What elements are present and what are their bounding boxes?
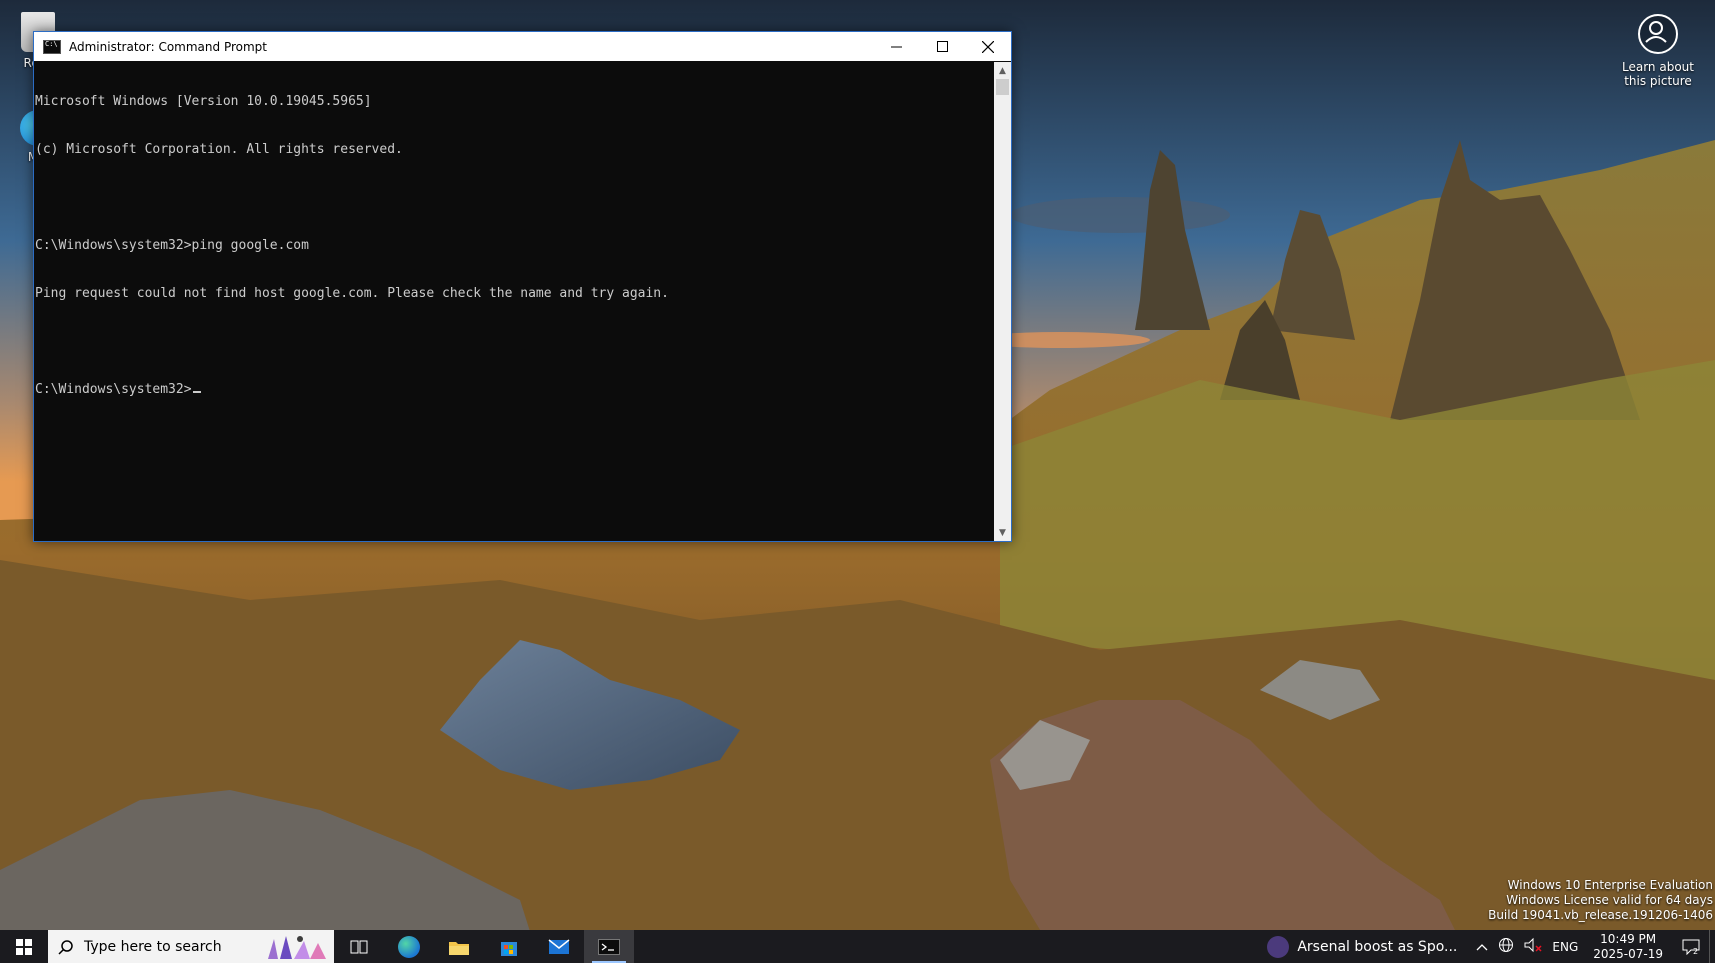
news-icon	[1267, 935, 1290, 958]
task-view-button[interactable]	[334, 930, 384, 963]
windows-evaluation-watermark: Windows 10 Enterprise Evaluation Windows…	[1488, 878, 1713, 923]
console-line: Ping request could not find host google.…	[35, 286, 669, 301]
scrollbar-thumb[interactable]	[996, 79, 1009, 95]
text-cursor	[192, 391, 201, 393]
news-widget[interactable]: Arsenal boost as Spo...	[1267, 935, 1458, 958]
minimize-button[interactable]	[873, 32, 919, 61]
task-view-icon	[350, 940, 368, 953]
taskbar-store[interactable]	[484, 930, 534, 963]
taskbar-file-explorer[interactable]	[434, 930, 484, 963]
clock-date: 2025-07-19	[1593, 946, 1663, 961]
learn-label: Learn about this picture	[1622, 60, 1694, 88]
search-icon	[58, 939, 73, 955]
edge-icon	[398, 935, 420, 958]
maximize-button[interactable]	[919, 32, 965, 61]
minimize-icon	[890, 46, 902, 48]
maximize-icon	[936, 41, 948, 52]
clock-time: 10:49 PM	[1600, 931, 1657, 946]
title-bar[interactable]: Administrator: Command Prompt	[34, 32, 1011, 61]
store-icon	[501, 941, 517, 956]
mail-icon	[548, 938, 570, 954]
window-title: Administrator: Command Prompt	[69, 39, 267, 54]
console-line: (c) Microsoft Corporation. All rights re…	[35, 142, 403, 157]
notification-icon: 2	[1682, 939, 1700, 955]
watermark-line: Windows 10 Enterprise Evaluation	[1507, 878, 1713, 892]
show-desktop-button[interactable]	[1709, 930, 1715, 963]
learn-about-picture[interactable]: Learn about this picture	[1613, 14, 1703, 88]
clock[interactable]: 10:49 PM 2025-07-19	[1593, 932, 1663, 962]
network-icon[interactable]	[1498, 937, 1514, 956]
svg-text:2: 2	[1693, 947, 1698, 955]
start-button[interactable]	[0, 930, 48, 963]
console-prompt-line[interactable]: C:\Windows\system32>	[35, 382, 994, 398]
chevron-up-icon[interactable]	[1476, 940, 1488, 954]
vertical-scrollbar[interactable]: ▲ ▼	[994, 62, 1011, 541]
console-prompt: C:\Windows\system32>	[35, 382, 192, 397]
taskbar-mail[interactable]	[534, 930, 584, 963]
language-indicator[interactable]: ENG	[1552, 940, 1578, 954]
command-prompt-icon	[598, 938, 620, 955]
volume-muted-icon[interactable]	[1524, 937, 1542, 956]
windows-logo-icon	[16, 938, 32, 955]
console-output[interactable]: Microsoft Windows [Version 10.0.19045.59…	[34, 62, 994, 541]
scroll-down-arrow-icon[interactable]: ▼	[994, 524, 1011, 541]
taskbar-edge[interactable]	[384, 930, 434, 963]
taskbar-command-prompt[interactable]	[584, 930, 634, 963]
command-prompt-window[interactable]: Administrator: Command Prompt Microsoft …	[33, 31, 1012, 542]
command-prompt-icon	[43, 39, 61, 54]
watermark-line: Build 19041.vb_release.191206-1406	[1488, 908, 1713, 922]
system-tray: ENG	[1471, 937, 1583, 956]
close-button[interactable]	[965, 32, 1011, 61]
scroll-up-arrow-icon[interactable]: ▲	[994, 62, 1011, 79]
file-explorer-icon	[449, 941, 469, 955]
close-icon	[982, 40, 994, 53]
console-line: Microsoft Windows [Version 10.0.19045.59…	[35, 94, 372, 109]
search-highlight-banner-icon	[268, 936, 326, 959]
action-center-button[interactable]: 2	[1673, 939, 1709, 955]
news-headline: Arsenal boost as Spo...	[1297, 938, 1458, 955]
watermark-line: Windows License valid for 64 days	[1506, 893, 1713, 907]
search-placeholder: Type here to search	[84, 938, 222, 955]
console-line: C:\Windows\system32>ping google.com	[35, 238, 309, 253]
taskbar: Type here to search Arsenal boost as Spo…	[0, 930, 1715, 963]
camera-icon	[1638, 14, 1678, 54]
taskbar-search-box[interactable]: Type here to search	[48, 930, 334, 963]
